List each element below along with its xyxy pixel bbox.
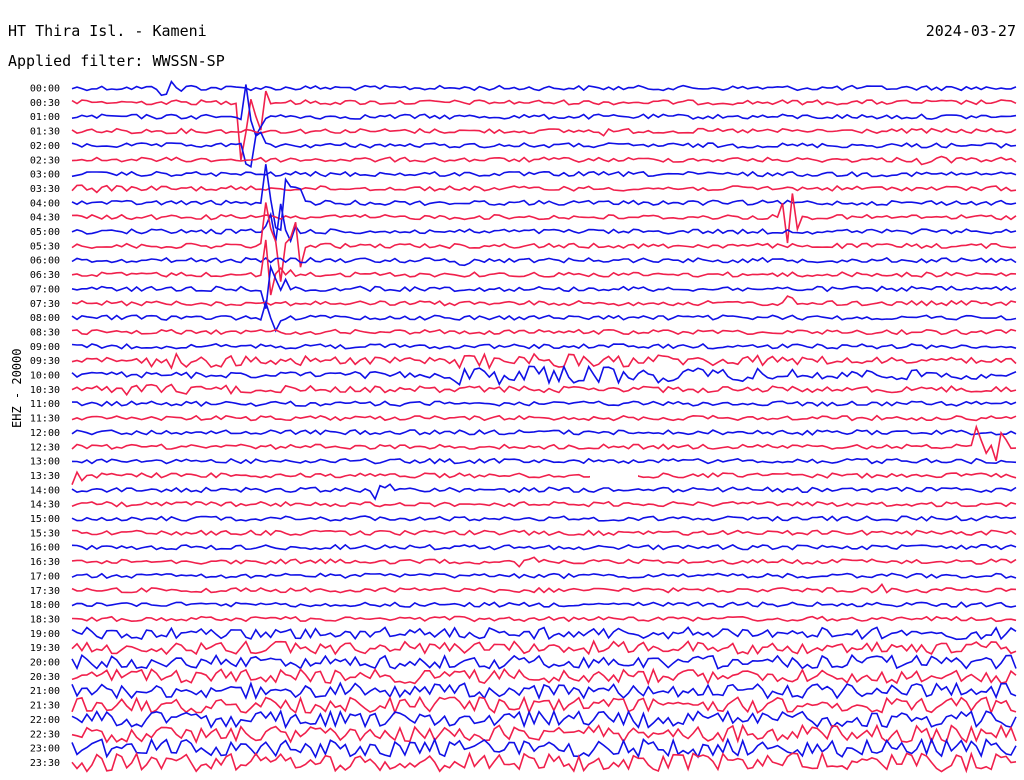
time-label: 16:00 (30, 543, 60, 554)
time-label: 23:30 (30, 758, 60, 769)
time-label: 21:30 (30, 701, 60, 712)
trace-line (71, 709, 1017, 730)
time-label: 03:30 (30, 184, 60, 195)
trace-line (71, 500, 1017, 508)
trace-line (71, 626, 1017, 641)
time-label: 17:30 (30, 586, 60, 597)
trace-line (71, 400, 1017, 408)
trace-line (71, 383, 1017, 397)
time-label: 09:30 (30, 356, 60, 367)
time-label: 02:30 (30, 155, 60, 166)
trace-line (71, 184, 1017, 194)
seismogram-traces (71, 80, 1017, 774)
time-label: 19:00 (30, 629, 60, 640)
trace-line (71, 639, 1017, 656)
trace-line (71, 572, 1017, 580)
trace-line (71, 414, 1017, 422)
time-label: 08:00 (30, 313, 60, 324)
trace-line (71, 737, 1017, 759)
time-label: 12:00 (30, 428, 60, 439)
trace-line (71, 429, 1017, 436)
time-label: 16:30 (30, 557, 60, 568)
time-label: 11:00 (30, 399, 60, 410)
trace-line (71, 653, 1017, 671)
time-label: 20:30 (30, 672, 60, 683)
time-label: 13:30 (30, 471, 60, 482)
time-label: 06:00 (30, 256, 60, 267)
seismogram-plot: 00:00 00:30 01:00 01:30 02:00 02:30 03:00 03:30… (30, 80, 1017, 774)
time-label: 18:00 (30, 600, 60, 611)
trace-line (71, 364, 1017, 387)
time-label: 07:30 (30, 299, 60, 310)
trace-line (71, 193, 1017, 244)
time-label: 11:30 (30, 414, 60, 425)
time-label: 01:00 (30, 112, 60, 123)
time-label: 00:30 (30, 98, 60, 109)
trace-line (71, 515, 1017, 522)
trace-line (71, 84, 1017, 138)
time-label: 23:00 (30, 744, 60, 755)
trace-line (71, 90, 1017, 161)
time-label: 01:30 (30, 127, 60, 138)
time-label: 19:30 (30, 643, 60, 654)
trace-line (71, 615, 1017, 623)
time-label: 14:30 (30, 500, 60, 511)
trace-line (71, 328, 1017, 336)
trace-line (71, 170, 1017, 178)
time-label: 20:00 (30, 658, 60, 669)
trace-line (71, 556, 1017, 568)
time-label: 15:30 (30, 528, 60, 539)
time-label: 13:00 (30, 457, 60, 468)
trace-line (71, 127, 1017, 137)
time-label: 05:00 (30, 227, 60, 238)
trace-line (71, 583, 1017, 594)
trace-line (71, 155, 1017, 166)
time-label: 08:30 (30, 327, 60, 338)
time-label: 05:30 (30, 241, 60, 252)
time-label: 15:00 (30, 514, 60, 525)
trace-line (71, 202, 1017, 282)
trace-line (71, 343, 1017, 350)
time-axis-labels: 00:00 00:30 01:00 01:30 02:00 02:30 03:00 03:30… (30, 84, 60, 769)
time-label: 04:00 (30, 198, 60, 209)
trace-line (71, 601, 1017, 608)
time-label: 14:00 (30, 485, 60, 496)
time-label: 12:30 (30, 442, 60, 453)
time-label: 10:30 (30, 385, 60, 396)
time-label: 10:00 (30, 371, 60, 382)
time-label: 03:00 (30, 170, 60, 181)
trace-line (71, 470, 1017, 485)
trace-line (71, 295, 1017, 307)
time-label: 21:00 (30, 686, 60, 697)
data-gap (590, 468, 638, 483)
time-label: 07:00 (30, 284, 60, 295)
time-label: 22:00 (30, 715, 60, 726)
time-label: 17:00 (30, 571, 60, 582)
trace-line (71, 667, 1017, 686)
time-label: 04:30 (30, 213, 60, 224)
trace-line (71, 529, 1017, 537)
trace-line (71, 681, 1017, 701)
trace-line (71, 256, 1017, 267)
time-label: 06:30 (30, 270, 60, 281)
trace-line (71, 299, 1017, 333)
trace-line (71, 751, 1017, 774)
time-label: 02:00 (30, 141, 60, 152)
time-label: 18:30 (30, 614, 60, 625)
trace-line (71, 80, 1017, 97)
time-label: 09:00 (30, 342, 60, 353)
time-label: 00:00 (30, 84, 60, 95)
trace-line (71, 695, 1017, 715)
time-label: 22:30 (30, 729, 60, 740)
trace-line (71, 723, 1017, 745)
trace-line (71, 457, 1017, 465)
trace-line (71, 203, 1017, 244)
trace-line (71, 483, 1017, 501)
trace-line (71, 543, 1017, 551)
trace-line (71, 239, 1017, 296)
